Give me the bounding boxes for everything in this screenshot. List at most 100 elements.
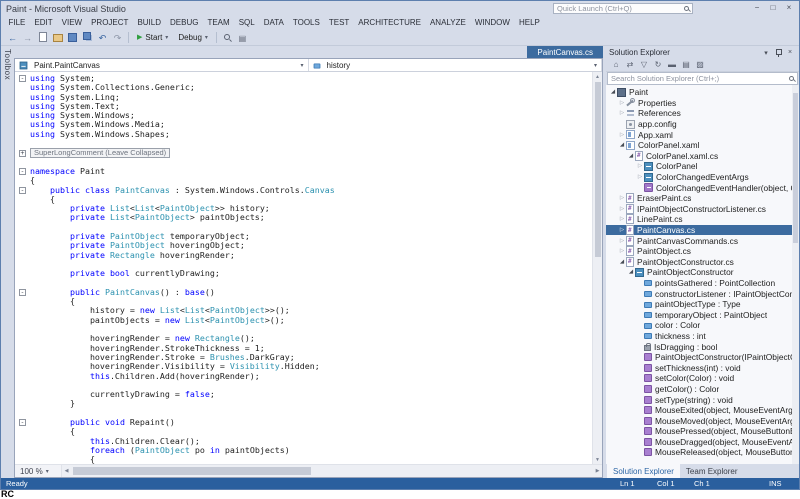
scrollbar-thumb[interactable]	[595, 82, 601, 257]
fold-toggle-icon[interactable]: -	[19, 187, 26, 194]
menu-item-view[interactable]: VIEW	[57, 16, 86, 29]
tree-item[interactable]: ▷References	[606, 108, 799, 119]
scroll-up-icon[interactable]: ▲	[593, 72, 602, 81]
expand-arrow-icon[interactable]: ▷	[636, 163, 644, 169]
expand-arrow-icon[interactable]: ▷	[618, 100, 626, 106]
open-folder-button[interactable]	[50, 30, 65, 45]
tree-item[interactable]: ▷ColorPanel	[606, 161, 799, 172]
tree-item[interactable]: PaintObjectConstructor(IPaintObjectConst…	[606, 352, 799, 363]
tree-item[interactable]: ▷PaintObject.cs	[606, 246, 799, 257]
editor-vertical-scrollbar[interactable]: ▲ ▼	[592, 72, 602, 464]
solution-configurations-dropdown[interactable]: Debug ▾	[173, 33, 213, 42]
expand-arrow-icon[interactable]: ▷	[618, 206, 626, 212]
toolbox-tab[interactable]: Toolbox	[1, 46, 14, 478]
tree-item[interactable]: ColorChangedEventHandler(object, ColorCh…	[606, 182, 799, 193]
tree-item[interactable]: ▷EraserPaint.cs	[606, 193, 799, 204]
code-line[interactable]: SuperLongComment (Leave Collapsed)	[30, 148, 592, 157]
members-dropdown[interactable]: history ▾	[309, 59, 603, 71]
tree-item[interactable]: ▷PaintCanvas.cs	[606, 225, 799, 236]
home-button[interactable]: ⌂	[610, 59, 622, 71]
tree-item[interactable]: ◢PaintObjectConstructor	[606, 267, 799, 278]
menu-item-data[interactable]: DATA	[259, 16, 288, 29]
menu-item-help[interactable]: HELP	[514, 16, 544, 29]
expand-arrow-icon[interactable]: ▷	[618, 132, 626, 138]
code-line[interactable]	[30, 158, 592, 167]
fold-toggle-icon[interactable]: -	[19, 419, 26, 426]
expand-arrow-icon[interactable]: ▷	[618, 238, 626, 244]
tree-item[interactable]: pointsGathered : PointCollection	[606, 278, 799, 289]
scroll-right-icon[interactable]: ▶	[593, 465, 602, 477]
scroll-down-icon[interactable]: ▼	[593, 455, 602, 464]
code-line[interactable]: this.Children.Add(hoveringRender);	[30, 372, 592, 381]
tree-item[interactable]: ▷LinePaint.cs	[606, 214, 799, 225]
expand-arrow-icon[interactable]: ▷	[618, 110, 626, 116]
tree-item[interactable]: ◢Paint	[606, 87, 799, 98]
code-line[interactable]: public class PaintCanvas : System.Window…	[30, 186, 592, 195]
menu-item-edit[interactable]: EDIT	[30, 16, 57, 29]
menu-item-analyze[interactable]: ANALYZE	[425, 16, 470, 29]
code-line[interactable]: }	[30, 399, 592, 408]
solution-explorer-header[interactable]: Solution Explorer ▾ ×	[606, 46, 799, 59]
fold-toggle-icon[interactable]: -	[19, 75, 26, 82]
code-line[interactable]: using System.Windows.Shapes;	[30, 130, 592, 139]
tree-item[interactable]: MouseExited(object, MouseEventArgs) : vo…	[606, 405, 799, 416]
code-line[interactable]: public void Repaint()	[30, 418, 592, 427]
tree-vertical-scrollbar[interactable]	[792, 85, 799, 464]
code-line[interactable]: private bool currentlyDrawing;	[30, 269, 592, 278]
code-line[interactable]: currentlyDrawing = false;	[30, 390, 592, 399]
collapse-arrow-icon[interactable]: ◢	[609, 89, 617, 95]
fold-toggle-icon[interactable]: -	[19, 289, 26, 296]
close-panel-button[interactable]: ×	[784, 47, 796, 58]
menu-item-project[interactable]: PROJECT	[87, 16, 133, 29]
window-position-menu-icon[interactable]: ▾	[760, 47, 772, 58]
menu-item-architecture[interactable]: ARCHITECTURE	[354, 16, 426, 29]
tree-item[interactable]: MouseMoved(object, MouseEventArgs) : voi…	[606, 415, 799, 426]
refresh-button[interactable]: ↻	[652, 59, 664, 71]
scroll-left-icon[interactable]: ◀	[62, 465, 71, 477]
expand-arrow-icon[interactable]: ▷	[618, 248, 626, 254]
tree-item[interactable]: thickness : int	[606, 331, 799, 342]
expand-arrow-icon[interactable]: ▷	[618, 216, 626, 222]
tree-item[interactable]: IsDragging : bool	[606, 341, 799, 352]
pin-button[interactable]	[772, 47, 784, 58]
tree-item[interactable]: MouseDragged(object, MouseEventArgs) : v…	[606, 437, 799, 448]
tree-item[interactable]: ◢PaintObjectConstructor.cs	[606, 257, 799, 268]
show-all-files-button[interactable]: ▤	[680, 59, 692, 71]
save-all-button[interactable]	[80, 30, 95, 45]
code-line[interactable]: private List<PaintObject> paintObjects;	[30, 213, 592, 222]
find-button[interactable]	[220, 30, 235, 45]
menu-item-team[interactable]: TEAM	[203, 16, 234, 29]
fold-toggle-icon[interactable]: +	[19, 150, 26, 157]
expand-arrow-icon[interactable]: ▷	[618, 227, 626, 233]
tree-item[interactable]: ◢ColorPanel.xaml.cs	[606, 151, 799, 162]
options-button[interactable]	[235, 30, 250, 45]
editor-horizontal-scrollbar[interactable]: ◀ ▶	[61, 465, 602, 477]
tree-item[interactable]: setColor(Color) : void	[606, 373, 799, 384]
tree-item[interactable]: temporaryObject : PaintObject	[606, 309, 799, 320]
tree-item[interactable]: ◢ColorPanel.xaml	[606, 140, 799, 151]
menu-item-window[interactable]: WINDOW	[470, 16, 514, 29]
properties-button[interactable]: ▨	[694, 59, 706, 71]
tab-paintcanvas-cs[interactable]: PaintCanvas.cs	[527, 46, 603, 58]
scrollbar-thumb[interactable]	[793, 93, 798, 243]
code-line[interactable]: namespace Paint	[30, 167, 592, 176]
tree-item[interactable]: ▷ColorChangedEventArgs	[606, 172, 799, 183]
code-line[interactable]: public PaintCanvas() : base()	[30, 288, 592, 297]
code-line[interactable]	[30, 139, 592, 148]
collapse-all-button[interactable]: ▬	[666, 59, 678, 71]
collapse-arrow-icon[interactable]: ◢	[618, 259, 626, 265]
tree-item[interactable]: setType(string) : void	[606, 394, 799, 405]
tree-item[interactable]: ▷App.xaml	[606, 129, 799, 140]
tree-item[interactable]: setThickness(int) : void	[606, 362, 799, 373]
tree-item[interactable]: MouseReleased(object, MouseButtonEventAr…	[606, 447, 799, 458]
tree-item[interactable]: ▷PaintCanvasCommands.cs	[606, 235, 799, 246]
code-editor[interactable]: using System;using System.Collections.Ge…	[30, 72, 592, 464]
navigate-forward-button[interactable]	[20, 30, 35, 45]
switch-views-button[interactable]: ⇄	[624, 59, 636, 71]
minimize-button[interactable]: −	[749, 1, 765, 14]
menu-item-build[interactable]: BUILD	[133, 16, 166, 29]
save-button[interactable]	[65, 30, 80, 45]
code-line[interactable]: paintObjects = new List<PaintObject>();	[30, 316, 592, 325]
menu-item-tools[interactable]: TOOLS	[288, 16, 324, 29]
tree-item[interactable]: constructorListener : IPaintObjectConstr…	[606, 288, 799, 299]
